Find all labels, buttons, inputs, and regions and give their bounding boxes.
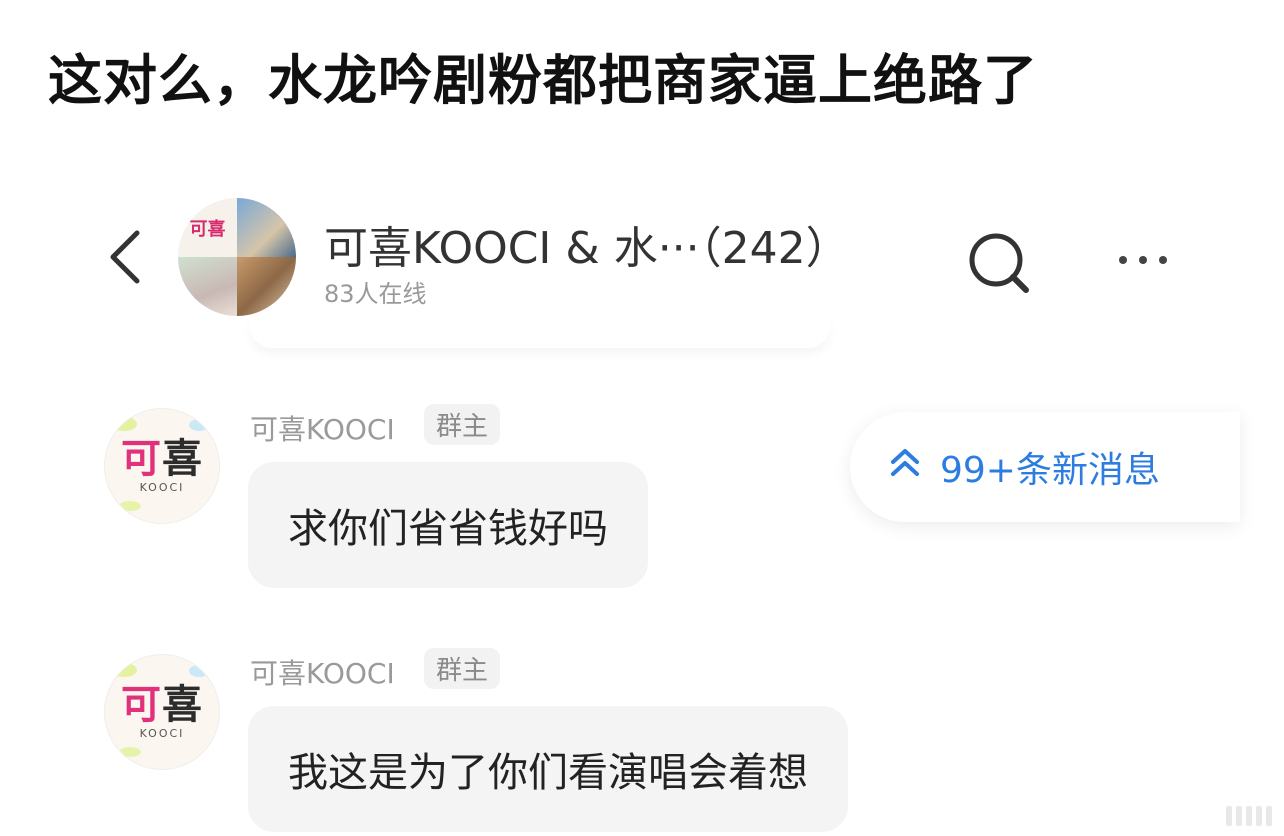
sender-name: 可喜KOOCI: [250, 413, 395, 446]
back-button[interactable]: [100, 222, 150, 292]
search-icon: [969, 233, 1029, 293]
double-chevron-up-icon: [888, 446, 922, 489]
sender-name: 可喜KOOCI: [250, 657, 395, 690]
owner-badge: 群主: [424, 404, 501, 445]
avatar-logo: 可喜: [121, 435, 203, 482]
previous-message-bubble: [250, 318, 830, 348]
more-options-button[interactable]: [1108, 240, 1178, 280]
post-headline: 这对么，水龙吟剧粉都把商家逼上绝路了: [48, 49, 1038, 112]
online-count: 83人在线: [324, 280, 427, 308]
avatar-logo: 可喜: [121, 681, 203, 728]
watermark: [1226, 806, 1272, 826]
message-bubble[interactable]: 我这是为了你们看演唱会着想: [248, 706, 848, 832]
search-button[interactable]: [964, 228, 1034, 298]
message-text: 我这是为了你们看演唱会着想: [288, 750, 808, 796]
new-messages-label: 99+条新消息: [940, 450, 1160, 491]
owner-badge: 群主: [424, 648, 501, 689]
avatar-logo-sub: KOOCI: [139, 480, 185, 494]
group-title[interactable]: 可喜KOOCI & 水···（242）: [324, 212, 850, 276]
group-avatar[interactable]: 可喜: [178, 198, 296, 316]
message-bubble[interactable]: 求你们省省钱好吗: [248, 462, 648, 588]
message-text: 求你们省省钱好吗: [288, 506, 608, 552]
chevron-left-icon: [110, 230, 140, 284]
sender-avatar[interactable]: 可喜 KOOCI: [104, 408, 220, 524]
sender-avatar[interactable]: 可喜 KOOCI: [104, 654, 220, 770]
new-messages-button[interactable]: 99+条新消息: [850, 412, 1240, 522]
more-dots-icon: [1119, 256, 1167, 264]
avatar-logo-sub: KOOCI: [139, 726, 185, 740]
